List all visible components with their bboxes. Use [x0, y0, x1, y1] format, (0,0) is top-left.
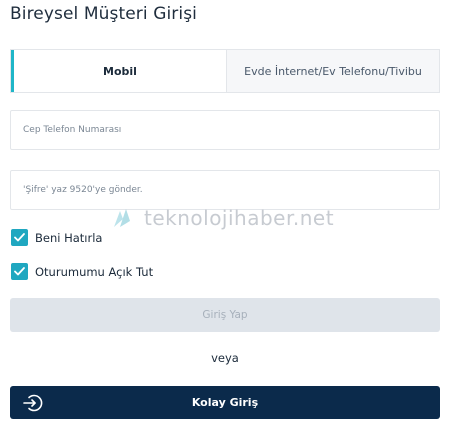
page-title: Bireysel Müşteri Girişi	[10, 4, 197, 24]
remember-me-label: Beni Hatırla	[35, 230, 103, 245]
login-page: Bireysel Müşteri Girişi Mobil Evde İnter…	[0, 0, 450, 433]
remember-me-checkbox[interactable]	[11, 229, 28, 246]
tab-mobile[interactable]: Mobil	[11, 50, 226, 92]
phone-number-input[interactable]	[10, 110, 440, 150]
tab-home-internet[interactable]: Evde İnternet/Ev Telefonu/Tivibu	[226, 50, 439, 92]
easy-login-label: Kolay Giriş	[191, 396, 259, 409]
checkmark-icon	[14, 233, 25, 242]
login-tabs: Mobil Evde İnternet/Ev Telefonu/Tivibu	[10, 49, 440, 93]
keep-session-label: Oturumumu Açık Tut	[35, 264, 154, 279]
login-button[interactable]: Giriş Yap	[10, 298, 440, 332]
watermark-text: teknolojihaber.net	[144, 206, 335, 230]
checkmark-icon	[14, 267, 25, 276]
or-separator: veya	[211, 351, 239, 365]
login-arrow-icon	[22, 392, 44, 414]
password-input[interactable]	[10, 170, 440, 210]
remember-me-option[interactable]: Beni Hatırla	[11, 229, 102, 246]
keep-session-checkbox[interactable]	[11, 263, 28, 280]
keep-session-option[interactable]: Oturumumu Açık Tut	[11, 263, 153, 280]
easy-login-button[interactable]: Kolay Giriş	[10, 386, 440, 419]
watermark-logo-icon	[110, 205, 136, 231]
watermark: teknolojihaber.net	[110, 205, 334, 231]
